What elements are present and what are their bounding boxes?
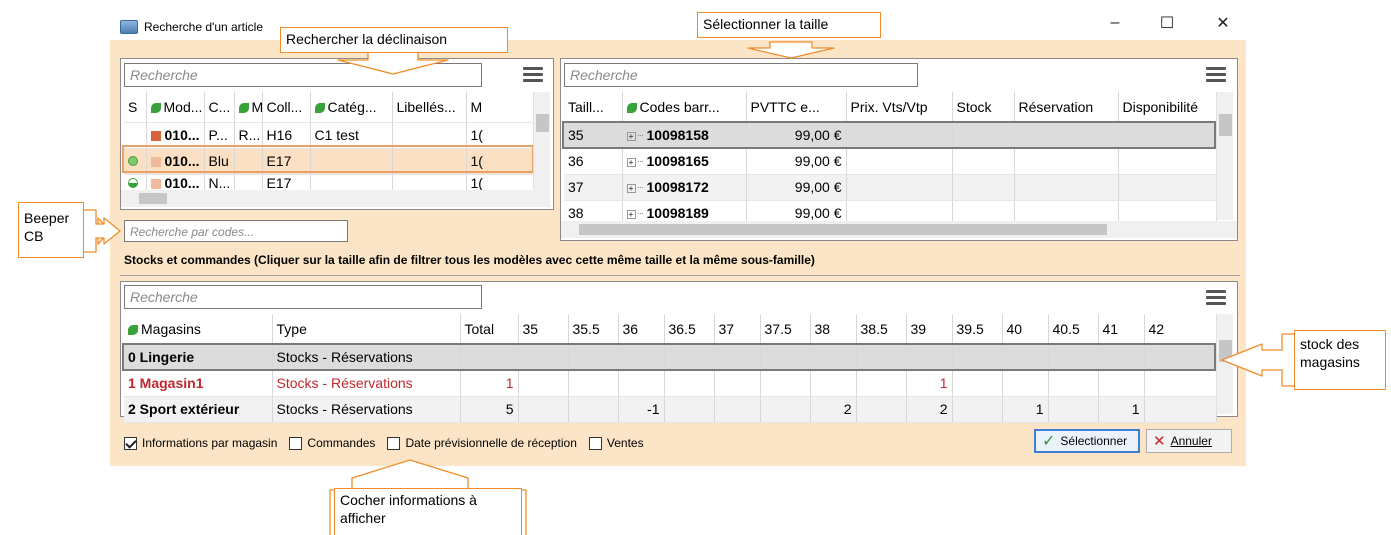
- callout-arrow-search-variant: [337, 51, 449, 75]
- callout-store-stock: stock des magasins: [1294, 330, 1386, 390]
- callout-arrow-store-stock: [1221, 333, 1296, 387]
- callout-arrows: [82, 41, 1296, 535]
- callout-connector-beeper: [82, 209, 121, 253]
- callout-select-size: Sélectionner la taille: [697, 12, 881, 38]
- callout-arrow-select-size: [747, 41, 835, 59]
- callout-beeper: Beeper CB: [18, 202, 84, 258]
- callout-check-info: Cocher informations à afficher: [334, 488, 522, 535]
- callout-search-variant: Rechercher la déclinaison: [280, 27, 508, 53]
